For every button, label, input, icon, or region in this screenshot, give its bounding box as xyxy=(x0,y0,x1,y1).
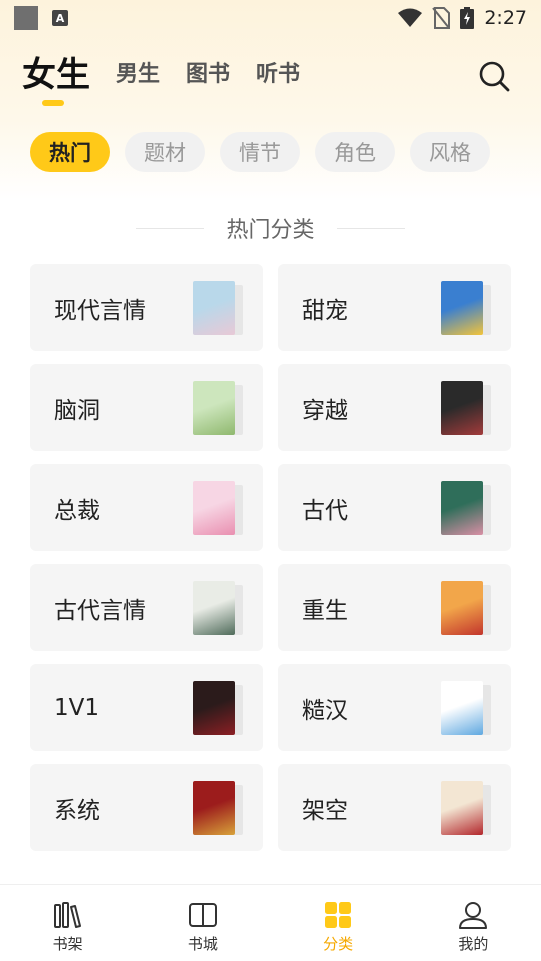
category-card[interactable]: 重生 xyxy=(278,564,511,651)
book-cover-stack xyxy=(193,281,243,335)
category-card[interactable]: 甜宠 xyxy=(278,264,511,351)
category-label: 1V1 xyxy=(54,694,100,721)
category-card[interactable]: 现代言情 xyxy=(30,264,263,351)
category-label: 古代 xyxy=(302,497,348,524)
book-cover-stack xyxy=(441,581,491,635)
tab-books[interactable]: 图书 xyxy=(186,52,230,98)
chip-hot[interactable]: 热门 xyxy=(30,132,110,172)
divider xyxy=(136,227,205,229)
nav-label: 分类 xyxy=(323,935,354,953)
category-label: 总裁 xyxy=(54,497,100,524)
book-cover-image xyxy=(441,281,483,335)
book-cover-stack xyxy=(193,581,243,635)
section-title: 热门分类 xyxy=(226,218,315,243)
chip-plot[interactable]: 情节 xyxy=(220,132,300,172)
book-cover-stack xyxy=(193,481,243,535)
book-cover-image xyxy=(441,781,483,835)
user-icon xyxy=(459,902,488,929)
tab-male[interactable]: 男生 xyxy=(116,52,160,98)
category-card[interactable]: 古代 xyxy=(278,464,511,551)
battery-charging-icon xyxy=(460,7,475,29)
tab-female[interactable]: 女生 xyxy=(22,52,90,106)
chip-theme[interactable]: 题材 xyxy=(125,132,205,172)
status-bar: A 2:27 xyxy=(0,0,541,36)
book-cover-stack xyxy=(441,481,491,535)
section-header: 热门分类 xyxy=(0,212,541,244)
category-label: 穿越 xyxy=(302,397,348,424)
book-cover-stack xyxy=(441,381,491,435)
nav-label: 书城 xyxy=(187,935,218,953)
category-card[interactable]: 脑洞 xyxy=(30,364,263,451)
nav-bookshelf[interactable]: 书架 xyxy=(0,885,135,961)
book-cover-stack xyxy=(193,781,243,835)
keyboard-a-icon: A xyxy=(52,10,68,26)
book-cover-stack xyxy=(193,381,243,435)
book-cover-stack xyxy=(193,681,243,735)
category-card[interactable]: 总裁 xyxy=(30,464,263,551)
category-label: 重生 xyxy=(302,597,348,624)
category-card[interactable]: 系统 xyxy=(30,764,263,851)
category-card[interactable]: 1V1 xyxy=(30,664,263,751)
category-card[interactable]: 穿越 xyxy=(278,364,511,451)
category-card[interactable]: 糙汉 xyxy=(278,664,511,751)
book-cover-stack xyxy=(441,681,491,735)
book-cover-image xyxy=(193,481,235,535)
wifi-icon xyxy=(398,8,423,27)
book-cover-image xyxy=(193,381,235,435)
category-label: 现代言情 xyxy=(54,297,146,324)
nav-bookstore[interactable]: 书城 xyxy=(135,885,270,961)
notification-thumbnail-icon xyxy=(14,6,38,30)
book-cover-image xyxy=(193,281,235,335)
book-cover-image xyxy=(193,781,235,835)
chip-style[interactable]: 风格 xyxy=(410,132,490,172)
chip-role[interactable]: 角色 xyxy=(315,132,395,172)
category-card[interactable]: 古代言情 xyxy=(30,564,263,651)
category-label: 古代言情 xyxy=(54,597,146,624)
nav-profile[interactable]: 我的 xyxy=(406,885,541,961)
category-label: 架空 xyxy=(302,797,348,824)
category-label: 糙汉 xyxy=(302,697,348,724)
category-card[interactable]: 架空 xyxy=(278,764,511,851)
book-cover-image xyxy=(441,381,483,435)
category-grid: 现代言情 甜宠脑洞 穿越总裁 古代古代言情 重生 1V1 糙汉系统 架空 xyxy=(30,264,511,851)
bottom-nav: 书架 书城 分类 我的 xyxy=(0,884,541,961)
filter-chips: 热门 题材 情节 角色 风格 xyxy=(30,132,490,172)
book-cover-image xyxy=(441,581,483,635)
book-cover-image xyxy=(193,581,235,635)
clock-text: 2:27 xyxy=(484,7,527,29)
divider xyxy=(336,227,405,229)
top-tabs: 女生 男生 图书 听书 xyxy=(22,52,326,106)
book-cover-stack xyxy=(441,781,491,835)
search-icon[interactable] xyxy=(478,60,510,92)
nav-category[interactable]: 分类 xyxy=(271,885,406,961)
category-label: 系统 xyxy=(54,797,100,824)
book-cover-image xyxy=(441,681,483,735)
book-cover-stack xyxy=(441,281,491,335)
bookshelf-icon xyxy=(53,902,81,928)
category-label: 脑洞 xyxy=(54,397,100,424)
tab-audio[interactable]: 听书 xyxy=(256,52,300,98)
book-cover-image xyxy=(441,481,483,535)
no-sim-icon xyxy=(432,7,451,29)
grid-icon xyxy=(325,902,352,928)
nav-label: 书架 xyxy=(52,935,83,953)
book-cover-image xyxy=(193,681,235,735)
category-label: 甜宠 xyxy=(302,297,348,324)
open-book-icon xyxy=(188,903,217,927)
nav-label: 我的 xyxy=(458,935,489,953)
